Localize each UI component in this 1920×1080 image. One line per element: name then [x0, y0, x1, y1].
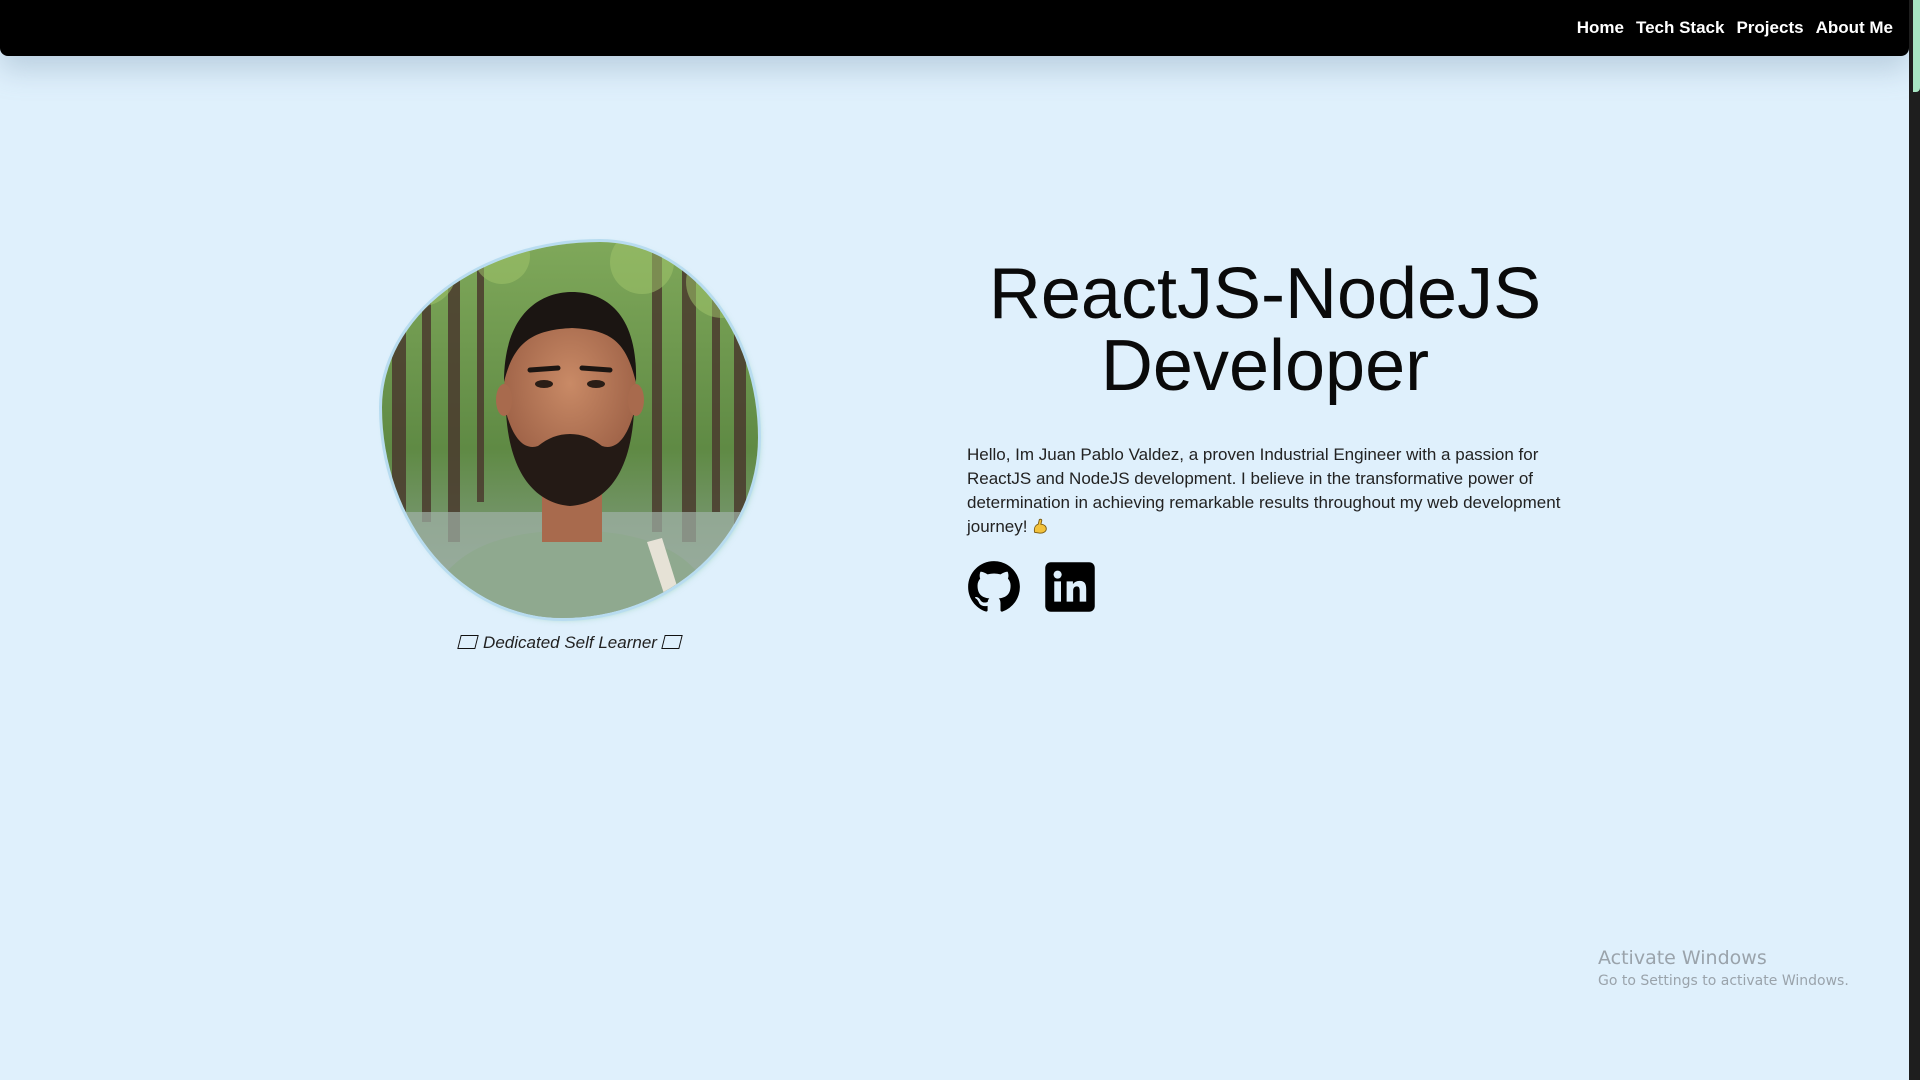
nav-about-me-link[interactable]: About Me — [1816, 18, 1893, 38]
bio-paragraph: Hello, Im Juan Pablo Valdez, a proven In… — [967, 443, 1577, 539]
nav-tech-stack-link[interactable]: Tech Stack — [1636, 18, 1725, 38]
watermark-subtitle: Go to Settings to activate Windows. — [1598, 973, 1849, 989]
github-icon[interactable] — [967, 560, 1021, 614]
book-icon — [457, 635, 479, 649]
linkedin-icon[interactable] — [1043, 560, 1097, 614]
title-line-1: ReactJS-NodeJS — [988, 254, 1542, 334]
scrollbar-thumb-edge — [1909, 0, 1913, 92]
profile-photo-illustration — [382, 242, 758, 618]
flexed-biceps-icon — [1034, 518, 1048, 534]
page: Home Tech Stack Projects About Me Dedica… — [0, 0, 1909, 1080]
nav-projects-link[interactable]: Projects — [1736, 18, 1803, 38]
profile-caption: Dedicated Self Learner — [380, 633, 760, 653]
social-links — [967, 560, 1097, 614]
profile-photo — [382, 242, 758, 618]
title-line-2: Developer — [1100, 326, 1430, 406]
top-navbar: Home Tech Stack Projects About Me — [0, 0, 1909, 56]
watermark-title: Activate Windows — [1598, 947, 1767, 969]
profile-photo-frame — [380, 240, 760, 620]
nav-home-link[interactable]: Home — [1577, 18, 1624, 38]
vertical-scrollbar[interactable] — [1909, 0, 1920, 1080]
book-icon — [661, 635, 683, 649]
activate-windows-watermark: Activate Windows Go to Settings to activ… — [1598, 947, 1849, 989]
caption-text: Dedicated Self Learner — [483, 633, 657, 652]
nav-links: Home Tech Stack Projects About Me — [1577, 0, 1893, 56]
page-title: ReactJS-NodeJS Developer — [940, 258, 1590, 402]
bio-text: Hello, Im Juan Pablo Valdez, a proven In… — [967, 445, 1561, 536]
scrollbar-thumb[interactable] — [1909, 0, 1920, 92]
